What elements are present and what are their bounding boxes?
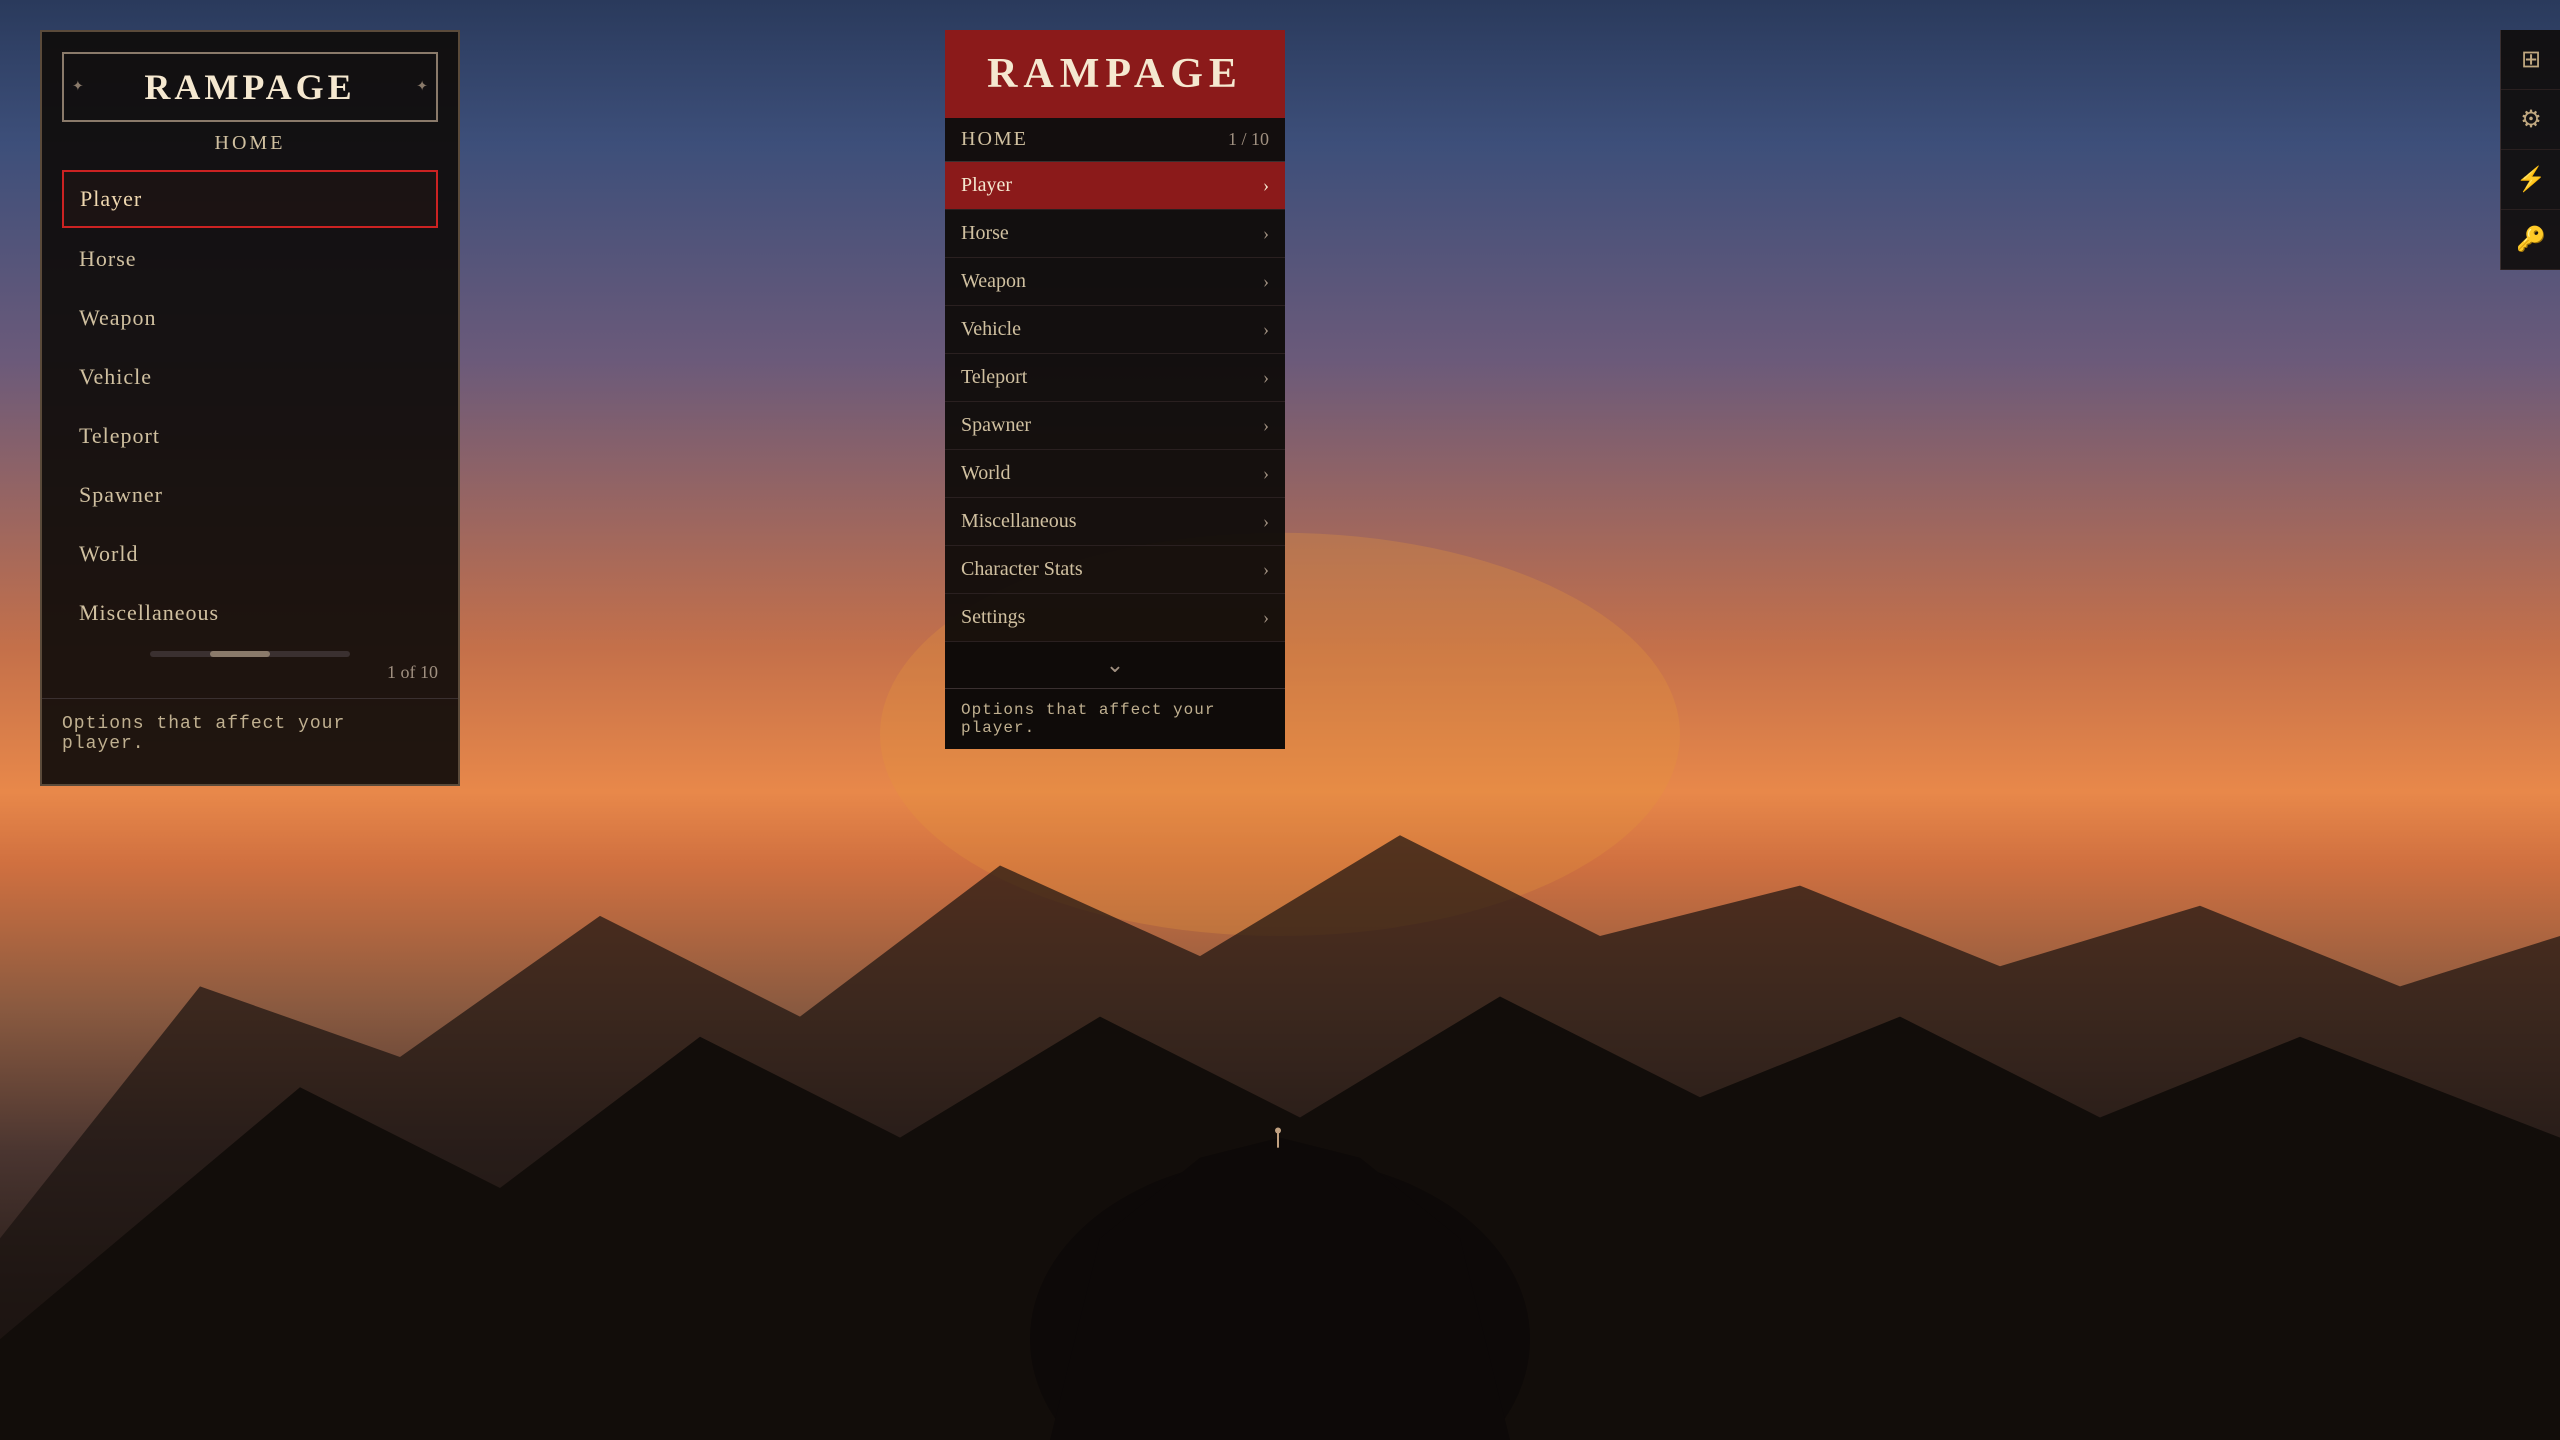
side-icon-key[interactable]: 🔑 [2501,210,2560,270]
right-home-label: HOME [961,128,1028,151]
right-menu-item-vehicle[interactable]: Vehicle › [945,306,1285,354]
right-menu-item-settings-label: Settings [961,606,1025,629]
right-menu-item-teleport[interactable]: Teleport › [945,354,1285,402]
right-menu-item-miscellaneous-label: Miscellaneous [961,510,1077,533]
chevron-right-horse-icon: › [1263,223,1269,244]
side-icon-lightning[interactable]: ⚡ [2501,150,2560,210]
right-menu-item-world-label: World [961,462,1011,485]
left-menu-item-weapon[interactable]: Weapon [62,290,438,346]
chevron-right-world-icon: › [1263,463,1269,484]
chevron-right-character-stats-icon: › [1263,559,1269,580]
right-menu-item-vehicle-label: Vehicle [961,318,1021,341]
left-panel-title: RAMPAGE [144,67,355,107]
key-icon: 🔑 [2516,225,2546,254]
left-menu-item-teleport[interactable]: Teleport [62,408,438,464]
right-menu-item-weapon[interactable]: Weapon › [945,258,1285,306]
side-icon-gear[interactable]: ⚙ [2501,90,2560,150]
grid-icon: ⊞ [2521,45,2541,74]
right-menu-item-character-stats[interactable]: Character Stats › [945,546,1285,594]
right-panel-title: RAMPAGE [965,50,1265,98]
side-icons-panel: ⊞ ⚙ ⚡ 🔑 [2500,30,2560,270]
left-scrollbar-area[interactable] [62,651,438,657]
right-menu-item-spawner[interactable]: Spawner › [945,402,1285,450]
chevron-right-spawner-icon: › [1263,415,1269,436]
chevron-right-miscellaneous-icon: › [1263,511,1269,532]
left-menu-list: Player Horse Weapon Vehicle Teleport Spa… [42,170,458,641]
right-home-counter: 1 / 10 [1228,129,1269,150]
right-panel-header: RAMPAGE [945,30,1285,118]
right-menu-item-horse[interactable]: Horse › [945,210,1285,258]
chevron-right-player-icon: › [1263,175,1269,196]
left-menu-item-player[interactable]: Player [62,170,438,228]
left-scrollbar-thumb[interactable] [210,651,270,657]
right-menu-item-settings[interactable]: Settings › [945,594,1285,642]
left-menu-item-miscellaneous[interactable]: Miscellaneous [62,585,438,641]
right-home-row: HOME 1 / 10 [945,118,1285,162]
left-menu-item-horse[interactable]: Horse [62,231,438,287]
left-menu-item-world[interactable]: World [62,526,438,582]
right-menu-item-weapon-label: Weapon [961,270,1026,293]
right-menu-item-spawner-label: Spawner [961,414,1031,437]
left-panel: RAMPAGE HOME Player Horse Weapon Vehicle… [40,30,460,786]
chevron-down-icon[interactable]: ⌄ [1106,652,1124,678]
chevron-right-teleport-icon: › [1263,367,1269,388]
chevron-right-weapon-icon: › [1263,271,1269,292]
chevron-right-vehicle-icon: › [1263,319,1269,340]
left-scrollbar-track[interactable] [150,651,350,657]
right-menu-item-player-label: Player [961,174,1012,197]
left-status-text: Options that affect your player. [42,698,458,764]
right-menu-item-miscellaneous[interactable]: Miscellaneous › [945,498,1285,546]
right-chevron-down-row[interactable]: ⌄ [945,642,1285,689]
right-menu-item-character-stats-label: Character Stats [961,558,1083,581]
left-menu-item-vehicle[interactable]: Vehicle [62,349,438,405]
right-panel: RAMPAGE HOME 1 / 10 Player › Horse › Wea… [945,30,1285,749]
right-menu-item-teleport-label: Teleport [961,366,1027,389]
chevron-right-settings-icon: › [1263,607,1269,628]
right-menu-item-horse-label: Horse [961,222,1009,245]
side-icon-grid[interactable]: ⊞ [2501,30,2560,90]
lightning-icon: ⚡ [2516,165,2546,194]
left-page-indicator: 1 of 10 [42,662,458,683]
right-menu-list: Player › Horse › Weapon › Vehicle › Tele… [945,162,1285,642]
right-menu-item-world[interactable]: World › [945,450,1285,498]
left-title-box: RAMPAGE [62,52,438,122]
gear-icon: ⚙ [2520,105,2542,134]
left-menu-item-spawner[interactable]: Spawner [62,467,438,523]
right-status-text: Options that affect your player. [945,689,1285,749]
right-menu-item-player[interactable]: Player › [945,162,1285,210]
left-section-label: HOME [42,132,458,155]
